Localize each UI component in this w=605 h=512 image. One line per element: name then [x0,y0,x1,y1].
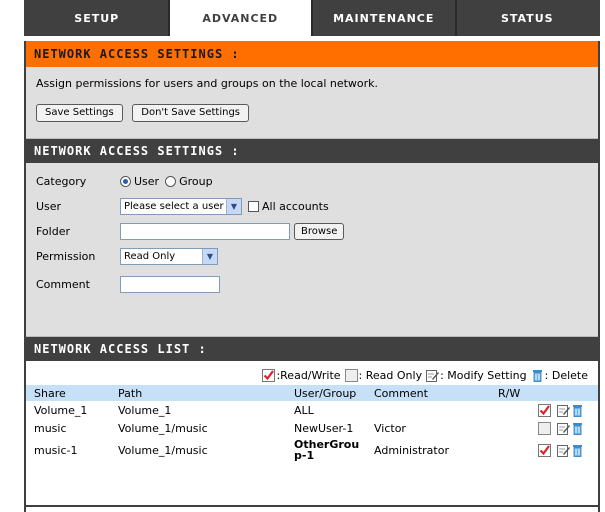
category-user-label: User [134,175,160,188]
category-group-label: Group [179,175,213,188]
tab-maintenance[interactable]: MAINTENANCE [313,0,457,36]
table-row: music-1 Volume_1/music OtherGroup-1 Admi… [26,437,598,463]
legend-modify: : Modify Setting [440,368,527,382]
trash-icon [531,369,544,382]
edit-icon[interactable] [557,422,570,435]
permission-select[interactable]: Read Only ▼ [120,248,218,265]
category-row: Category User Group [36,169,588,194]
empty-box-icon[interactable] [538,422,551,435]
row-comment: Administrator [374,443,449,457]
folder-input[interactable] [120,223,290,240]
trash-icon[interactable] [571,422,584,435]
user-row: User Please select a user ▼ All accounts [36,194,588,219]
comment-label: Comment [36,277,90,291]
row-share: Volume_1 [34,403,88,417]
permission-label: Permission [36,250,96,263]
category-group-radio[interactable] [165,176,177,187]
row-user-group: NewUser-1 [294,421,354,435]
col-rw: R/W [498,386,521,400]
checked-box-icon[interactable] [538,444,551,457]
list-section-title: NETWORK ACCESS LIST : [26,337,598,361]
permission-select-value: Read Only [124,251,176,262]
user-select-value: Please select a user [124,201,224,212]
intro-section: Assign permissions for users and groups … [26,67,598,139]
folder-label: Folder [36,225,70,238]
row-user-group: ALL [294,403,314,417]
row-actions [490,419,598,437]
col-share: Share [34,386,66,400]
all-accounts-label: All accounts [262,200,329,213]
edit-icon[interactable] [557,404,570,417]
row-share: music-1 [34,443,78,457]
row-actions [490,437,598,463]
col-comment: Comment [374,386,428,400]
user-label: User [36,200,62,213]
empty-box-icon [345,369,358,382]
browse-button[interactable]: Browse [294,223,345,240]
row-share: music [34,421,67,435]
row-user-group: OtherGroup-1 [294,438,360,462]
legend-read-only: : Read Only [358,368,423,382]
row-comment [366,401,490,419]
comment-input[interactable] [120,275,220,293]
legend-delete: : Delete [544,368,588,382]
row-comment: Victor [374,421,406,435]
table-row: Volume_1 Volume_1 ALL [26,401,598,419]
permission-row: Permission Read Only ▼ [36,244,588,269]
tab-setup[interactable]: SETUP [26,0,170,36]
router-admin-frame: SETUP ADVANCED MAINTENANCE STATUS NETWOR… [24,0,600,512]
legend: :Read/Write : Read Only : Modify Setting… [26,365,598,385]
table-row: music Volume_1/music NewUser-1 Victor [26,419,598,437]
trash-icon[interactable] [571,404,584,417]
dont-save-settings-button[interactable]: Don't Save Settings [132,104,249,122]
top-tab-bar: SETUP ADVANCED MAINTENANCE STATUS [24,0,600,36]
checked-box-icon [262,369,275,382]
folder-row: Folder Browse [36,219,588,244]
category-label: Category [36,175,87,188]
save-settings-button[interactable]: Save Settings [36,104,123,122]
user-select[interactable]: Please select a user ▼ [120,198,242,215]
col-user-group: User/Group [294,386,357,400]
col-path: Path [118,386,143,400]
all-accounts-checkbox[interactable] [248,201,259,212]
trash-icon[interactable] [571,444,584,457]
legend-read-write: :Read/Write [276,368,341,382]
chevron-down-icon: ▼ [226,199,241,214]
access-settings-form: Category User Group User Please select a… [26,163,598,337]
tab-advanced[interactable]: ADVANCED [169,0,313,36]
checked-box-icon[interactable] [538,404,551,417]
table-header-row: Share Path User/Group Comment R/W [26,385,598,401]
content-panel: NETWORK ACCESS SETTINGS : Assign permiss… [24,41,600,512]
category-user-radio[interactable] [120,176,131,187]
row-actions [490,401,598,419]
access-list-table: Share Path User/Group Comment R/W Volume… [26,385,598,463]
chevron-down-icon: ▼ [202,249,217,264]
edit-icon[interactable] [557,444,570,457]
tab-status[interactable]: STATUS [457,0,599,36]
row-path: Volume_1 [118,403,172,417]
row-path: Volume_1/music [118,421,208,435]
form-section-title: NETWORK ACCESS SETTINGS : [26,139,598,163]
edit-icon [426,369,439,382]
intro-section-title: NETWORK ACCESS SETTINGS : [26,41,598,67]
comment-row: Comment [36,269,588,299]
row-path: Volume_1/music [118,443,208,457]
intro-description: Assign permissions for users and groups … [36,77,379,90]
access-list: :Read/Write : Read Only : Modify Setting… [26,365,598,507]
